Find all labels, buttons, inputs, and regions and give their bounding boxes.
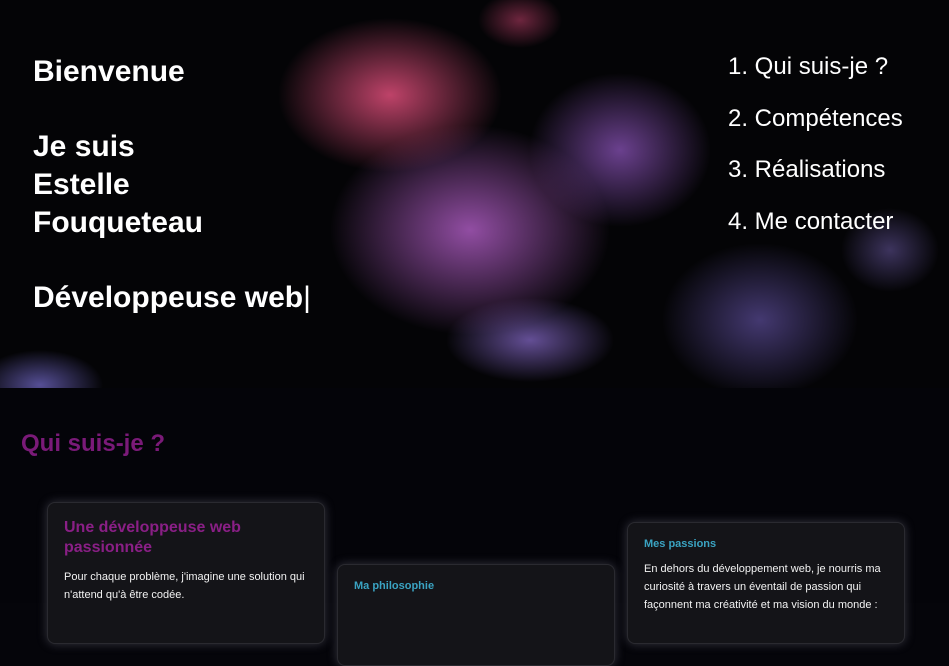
hero-role-text: Développeuse web — [33, 281, 304, 314]
hero-name: Je suis Estelle Fouqueteau — [33, 130, 203, 239]
card-developer-title: Une développeuse web passionnée — [64, 519, 241, 556]
nav-item-qui-suis-je[interactable]: 1. Qui suis-je ? — [728, 50, 903, 102]
nav-item-competences[interactable]: 2. Compétences — [728, 102, 903, 154]
hero-greeting: Bienvenue — [33, 55, 185, 88]
section-title: Qui suis-je ? — [21, 430, 166, 457]
card-passions: Mes passions En dehors du développement … — [627, 522, 905, 644]
hero-banner: Bienvenue Je suis Estelle Fouqueteau Dév… — [0, 0, 949, 388]
main-nav: 1. Qui suis-je ? 2. Compétences 3. Réali… — [728, 50, 903, 256]
card-developer-text: Pour chaque problème, j'imagine une solu… — [64, 571, 305, 601]
hero-role: Développeuse web| — [33, 279, 311, 317]
card-developer: Une développeuse web passionnée Pour cha… — [47, 502, 325, 644]
card-philosophy: Ma philosophie — [337, 564, 615, 666]
nav-item-contact[interactable]: 4. Me contacter — [728, 205, 903, 257]
about-section: Qui suis-je ? Une développeuse web passi… — [0, 388, 949, 666]
typing-cursor: | — [303, 281, 311, 314]
card-passions-title: Mes passions — [644, 538, 717, 550]
hero-text: Bienvenue Je suis Estelle Fouqueteau Dév… — [33, 53, 311, 317]
card-passions-text: En dehors du développement web, je nourr… — [644, 563, 881, 611]
nav-item-realisations[interactable]: 3. Réalisations — [728, 153, 903, 205]
card-philosophy-title: Ma philosophie — [354, 580, 435, 592]
